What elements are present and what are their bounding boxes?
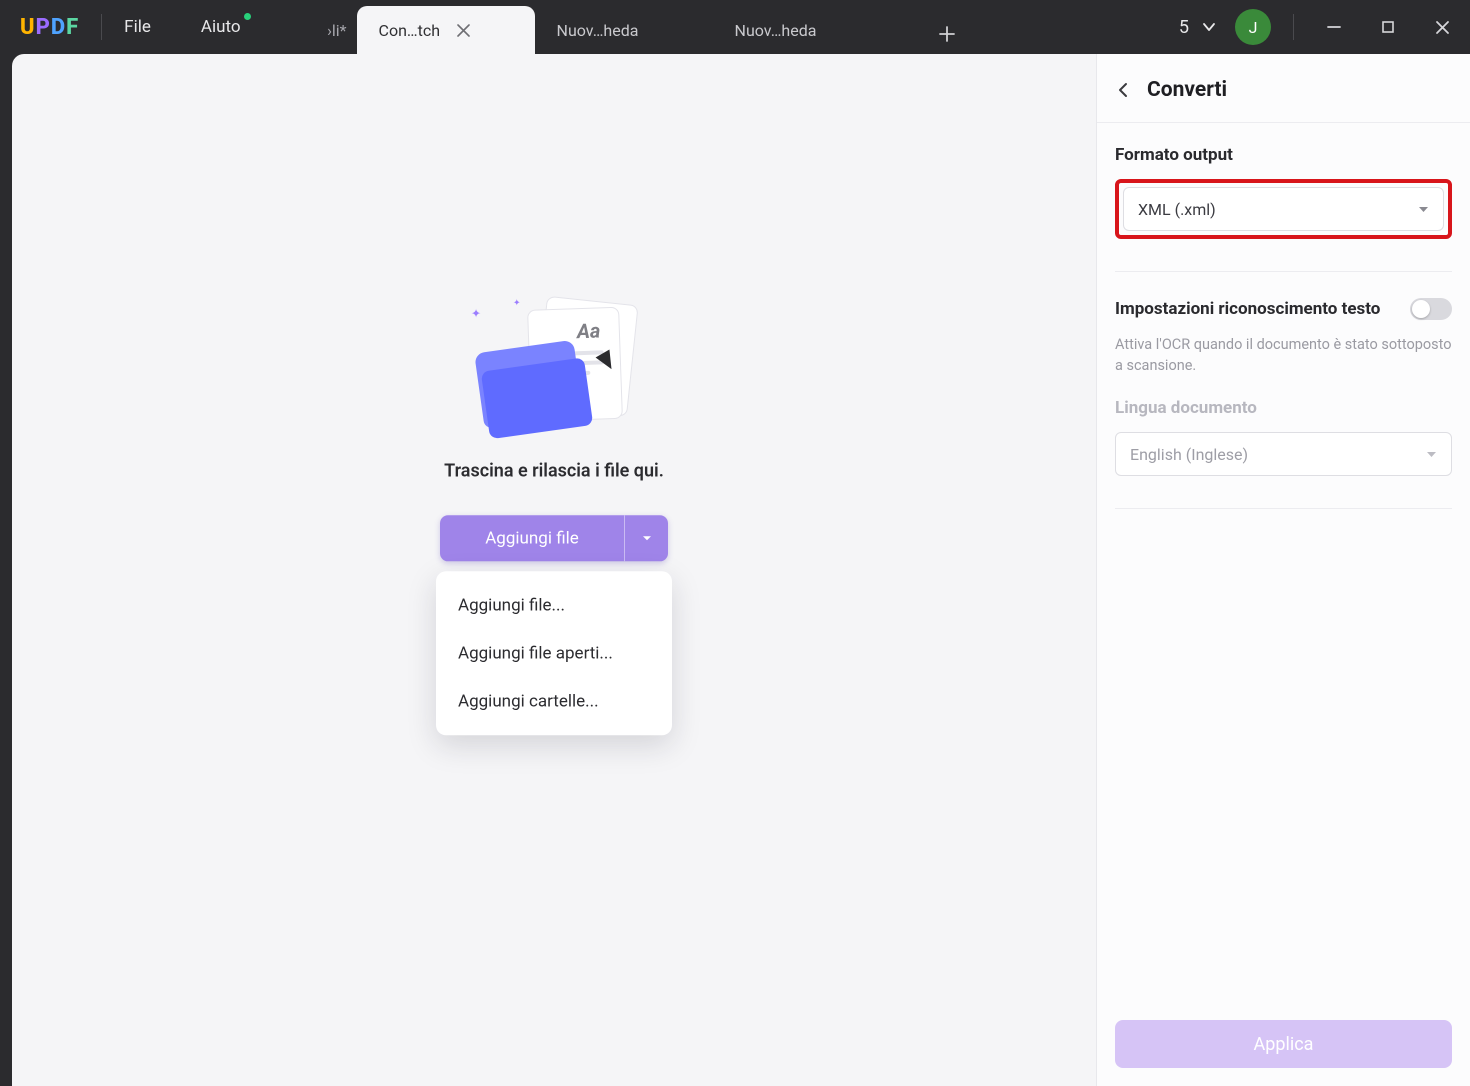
divider bbox=[1293, 14, 1294, 40]
tab-label: Nuov…heda bbox=[735, 21, 817, 40]
tab-label: ›li* bbox=[327, 21, 346, 40]
work-area: Aa ✦ ✦ Trascina e rilascia i file qui. A… bbox=[0, 54, 1470, 1086]
add-file-dropdown-menu: Aggiungi file... Aggiungi file aperti...… bbox=[436, 571, 672, 735]
chevron-down-icon[interactable] bbox=[1201, 19, 1217, 35]
select-value: English (Inglese) bbox=[1130, 445, 1248, 464]
logo-letter: P bbox=[36, 15, 51, 40]
logo-letter: F bbox=[66, 15, 79, 40]
output-format-label: Formato output bbox=[1115, 145, 1452, 165]
menu-item-add-folders[interactable]: Aggiungi cartelle... bbox=[436, 677, 672, 725]
sparkle-icon: ✦ bbox=[513, 298, 521, 308]
minimize-button[interactable] bbox=[1316, 9, 1352, 45]
tab-new-1[interactable]: Nuov…heda bbox=[535, 6, 713, 54]
output-format-section: Formato output XML (.xml) bbox=[1097, 123, 1470, 247]
title-bar: UPDF File Aiuto ›li* Con…tch Nuov…heda N… bbox=[0, 0, 1470, 54]
add-file-split-button[interactable]: Aggiungi file bbox=[440, 515, 668, 561]
logo-letter: U bbox=[20, 15, 36, 40]
ocr-settings-row: Impostazioni riconoscimento testo bbox=[1097, 272, 1470, 326]
notification-dot-icon bbox=[244, 13, 251, 20]
tab-convert-batch[interactable]: Con…tch bbox=[357, 6, 535, 54]
drop-instruction: Trascina e rilascia i file qui. bbox=[444, 460, 664, 481]
maximize-button[interactable] bbox=[1370, 9, 1406, 45]
toggle-knob bbox=[1412, 300, 1430, 318]
folder-icon bbox=[481, 357, 593, 439]
user-avatar[interactable]: J bbox=[1235, 9, 1271, 45]
avatar-initial: J bbox=[1249, 18, 1258, 37]
close-window-button[interactable] bbox=[1424, 9, 1460, 45]
window-controls-group: 5 J bbox=[1179, 0, 1460, 54]
menu-help-label: Aiuto bbox=[201, 17, 241, 37]
app-logo: UPDF bbox=[20, 15, 79, 40]
menu-help[interactable]: Aiuto bbox=[201, 17, 241, 37]
ocr-hint: Attiva l'OCR quando il documento è stato… bbox=[1097, 326, 1470, 376]
output-format-select[interactable]: XML (.xml) bbox=[1123, 187, 1444, 231]
aa-glyph: Aa bbox=[576, 318, 600, 343]
back-button[interactable] bbox=[1113, 80, 1133, 100]
add-file-dropdown-toggle[interactable] bbox=[624, 515, 668, 561]
divider bbox=[101, 14, 102, 40]
chevron-down-icon bbox=[1426, 449, 1437, 460]
notification-count[interactable]: 5 bbox=[1179, 17, 1189, 38]
tab-label: Con…tch bbox=[379, 21, 441, 40]
sparkle-icon: ✦ bbox=[471, 306, 481, 320]
panel-title: Converti bbox=[1147, 78, 1227, 102]
add-file-button[interactable]: Aggiungi file bbox=[440, 515, 624, 561]
ocr-settings-label: Impostazioni riconoscimento testo bbox=[1115, 299, 1380, 319]
apply-button[interactable]: Applica bbox=[1115, 1020, 1452, 1068]
menu-item-add-open-files[interactable]: Aggiungi file aperti... bbox=[436, 629, 672, 677]
panel-header: Converti bbox=[1097, 54, 1470, 123]
chevron-down-icon bbox=[1418, 204, 1429, 215]
document-language-section: Lingua documento English (Inglese) bbox=[1097, 376, 1470, 484]
menu-file[interactable]: File bbox=[124, 17, 151, 37]
ocr-toggle[interactable] bbox=[1410, 298, 1452, 320]
apply-button-wrap: Applica bbox=[1097, 1002, 1470, 1086]
convert-panel: Converti Formato output XML (.xml) Impos… bbox=[1096, 54, 1470, 1086]
tab-strip: ›li* Con…tch Nuov…heda Nuov…heda bbox=[297, 0, 967, 54]
output-format-highlight: XML (.xml) bbox=[1115, 179, 1452, 239]
tab-label: Nuov…heda bbox=[557, 21, 639, 40]
select-value: XML (.xml) bbox=[1138, 200, 1216, 219]
drop-illustration: Aa ✦ ✦ bbox=[469, 300, 639, 440]
tab-background-partial[interactable]: ›li* bbox=[297, 6, 357, 54]
main-canvas[interactable]: Aa ✦ ✦ Trascina e rilascia i file qui. A… bbox=[12, 54, 1096, 1086]
menu-item-add-files[interactable]: Aggiungi file... bbox=[436, 581, 672, 629]
tab-new-2[interactable]: Nuov…heda bbox=[713, 6, 891, 54]
close-icon[interactable] bbox=[454, 21, 472, 39]
drop-zone: Aa ✦ ✦ Trascina e rilascia i file qui. A… bbox=[344, 300, 764, 735]
new-tab-button[interactable] bbox=[927, 14, 967, 54]
document-language-label: Lingua documento bbox=[1115, 398, 1452, 418]
logo-letter: D bbox=[51, 15, 66, 40]
document-language-select[interactable]: English (Inglese) bbox=[1115, 432, 1452, 476]
divider bbox=[1115, 508, 1452, 509]
